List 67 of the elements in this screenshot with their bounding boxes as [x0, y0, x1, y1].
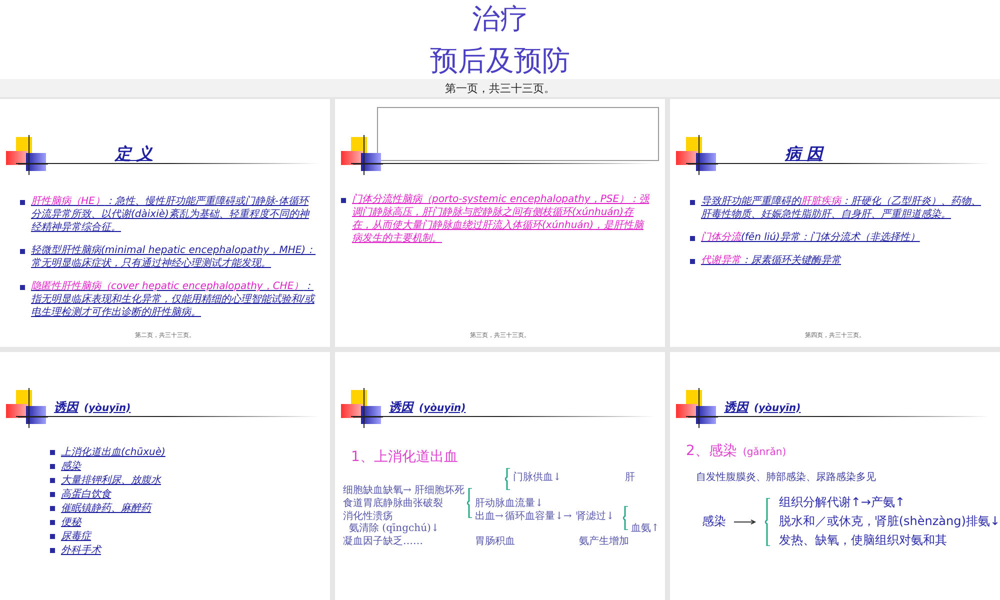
bullet-text: 代谢异常：尿素循环关键酶异常 [701, 254, 841, 267]
bullet-icon [50, 506, 55, 511]
diagram-label: 食道胃底静脉曲张破裂 [343, 496, 443, 510]
slide-text: 组织分解代谢↑→产氨↑ [778, 494, 906, 511]
brace-icon [505, 468, 511, 490]
slide-title: 诱因 (yòuyīn) [389, 398, 466, 416]
bullet-text: 便秘 [61, 516, 81, 529]
diagram-label: 门脉供血↓ [513, 470, 562, 484]
bullet-icon [50, 520, 55, 525]
diagram-label: 肝动脉血流量↓ [475, 496, 544, 510]
slide-heading: 1、上消化道出血 [350, 448, 459, 466]
bullet-icon [690, 200, 695, 205]
slide-heading: 2、感染 (gǎnrǎn) [685, 442, 788, 460]
bullet-icon [50, 450, 55, 455]
bullet-text: 感染 [61, 460, 81, 473]
bullet-text: 隐匿性肝性脑病（cover hepatic encephalopathy，CHE）：指无明显临床表现和生化异常，仅能用精细的心理智能试验和/或电生理检测才可作出诊断的肝性脑病。 [31, 280, 316, 319]
bullet-icon [50, 464, 55, 469]
bullet-icon [20, 285, 25, 290]
diagram-label: 肝 [625, 471, 635, 484]
bullet-text: 肝性脑病（HE）：急性、慢性肝功能严重障碍或门静脉-体循环分流异常所致、以代谢(dàixiè)紊乱为基础、轻重程度不同的神经精神异常综合征。 [31, 195, 311, 234]
bullet-text: 高蛋白饮食 [61, 488, 111, 501]
slide-title: 诱因 (yòuyīn) [54, 398, 131, 416]
bullet-text: 轻微型肝性脑病(minimal hepatic encephalopathy，MHE)：常无明显临床症状，只有通过神经心理测试才能发现。 [31, 244, 316, 270]
brace-icon [467, 488, 473, 518]
slide-text: 发热、缺氧，使脑组织对氨和其 [778, 532, 948, 549]
slide-text: 自发性腹膜炎、肺部感染、尿路感染多见 [695, 470, 877, 484]
bullet-icon [50, 534, 55, 539]
slide-card[interactable]: 诱因 (yòuyīn) 2、感染 (gǎnrǎn) 自发性腹膜炎、肺部感染、尿路感染多见 感染 组织分解代谢↑→产氨↑ 脱水和／或休克，肾脏(shènzàng)排氨↓ 发热、缺氧，使脑组织对氨和其 [670, 352, 1000, 600]
brace-icon [765, 498, 771, 546]
bullet-text: 外科手术 [61, 544, 101, 557]
bullet-icon [690, 259, 695, 264]
bullet-icon [50, 478, 55, 483]
slide-card[interactable]: 诱因 (yòuyīn) 1、上消化道出血 细胞缺血缺氧→ 肝细胞坏死 食道胃底静脉曲张破裂 消化性溃疡 氨清除 (qīngchú)↓ 凝血因子缺乏…… 门脉供血↓ 肝 肝动脉血流量↓ 出血→ 循环血容量↓→ 肾滤过↓ 血氨↑ 胃肠积血 氨产生增加 [335, 352, 665, 600]
diagram-label: 出血→ [475, 510, 504, 523]
bullet-icon [50, 492, 55, 497]
bullet-icon [50, 548, 55, 553]
bullet-text: 尿毒症 [61, 530, 91, 543]
slide-title: 病 因 [785, 144, 823, 164]
slide-card[interactable]: 诱因 (yòuyīn) 上消化道出血(chūxuè) 感染 大量排钾利尿、放腹水 高蛋白饮食 催眠镇静药、麻醉药 便秘 尿毒症 外科手术 [0, 352, 330, 600]
slide-text: 感染 [702, 513, 726, 530]
bullet-icon [690, 236, 695, 241]
diagram-label: 氨产生增加 [579, 534, 629, 548]
brace-icon [623, 506, 629, 530]
bullet-text: 上消化道出血(chūxuè) [61, 446, 166, 459]
bullet-text: 大量排钾利尿、放腹水 [61, 474, 161, 487]
diagram-label: 氨清除 (qīngchú)↓ [349, 522, 440, 535]
diagram-label: 胃肠积血 [475, 535, 515, 548]
slide-title: 治疗 [472, 2, 528, 36]
bullet-icon [20, 200, 25, 205]
bullet-text: 门体分流(fēn liú)异常：门体分流术（非选择性） [701, 231, 920, 244]
bullet-text: 催眠镇静药、麻醉药 [61, 502, 151, 515]
diagram-label: 细胞缺血缺氧→ 肝细胞坏死 [343, 484, 465, 497]
slide-title: 预后及预防 [430, 44, 570, 78]
diagram-label: 循环血容量↓→ [505, 510, 572, 523]
slide-text: 脱水和／或休克，肾脏(shènzàng)排氨↓ [778, 513, 1000, 530]
diagram-label: 肾滤过↓ [576, 510, 614, 523]
page-caption: 第一页，共三十三页。 [445, 80, 555, 96]
arrow-icon [734, 518, 758, 524]
slide-title: 定 义 [115, 144, 153, 164]
bullet-icon [341, 198, 346, 203]
bullet-text: 导致肝功能严重障碍的肝脏疾病：肝硬化（乙型肝炎）、药物、肝毒性物质、妊娠急性脂肪肝、自身肝、严重胆道感染。 [701, 195, 982, 221]
bullet-icon [20, 249, 25, 254]
diagram-label: 血氨↑ [631, 522, 660, 535]
diagram-label: 消化性溃疡 [343, 510, 393, 522]
diagram-label: 凝血因子缺乏…… [343, 534, 423, 548]
bullet-text: 门体分流性脑病（porto-systemic encephalopathy，PSE）：强调门静脉高压，肝门静脉与腔静脉之间有侧枝循环(xúnhuán)存在，从而使大量门静脉血绕过肝流入体循环(xúnhuán)，是肝性脑病发生的主要机制。 [352, 193, 650, 245]
slide-title: 诱因 (yòuyīn) [724, 398, 801, 416]
